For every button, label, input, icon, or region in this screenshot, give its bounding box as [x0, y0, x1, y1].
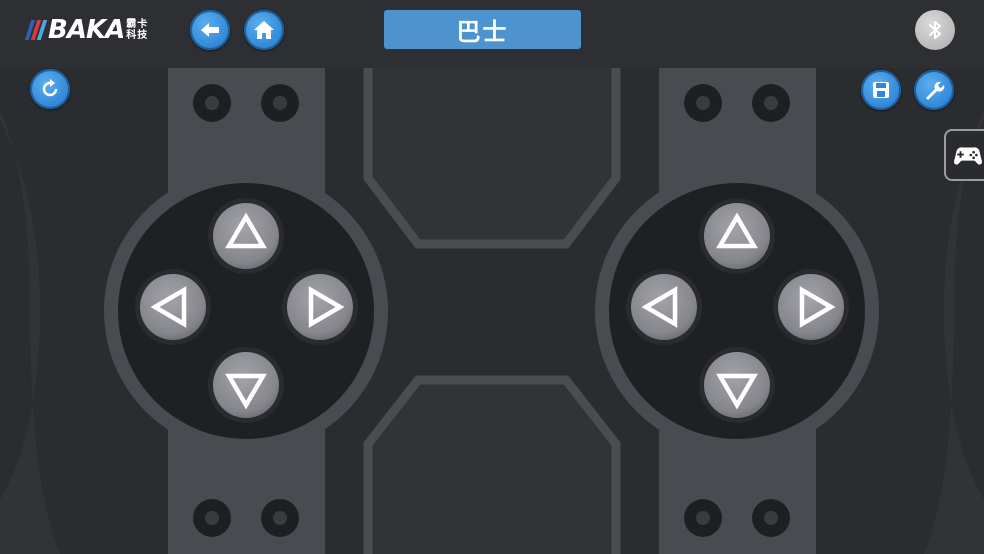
logo-text: BAKA: [48, 15, 125, 45]
bluetooth-icon: [929, 21, 941, 39]
left-dpad-left-button[interactable]: [135, 269, 211, 345]
right-dpad-right-button[interactable]: [773, 269, 849, 345]
refresh-button[interactable]: [30, 69, 70, 109]
home-icon: [254, 21, 274, 39]
brand-logo: BAKA 霸卡 科技: [24, 15, 152, 45]
save-button[interactable]: [861, 70, 901, 110]
gamepad-icon: [954, 147, 982, 165]
refresh-icon: [42, 79, 58, 97]
right-dpad-up-button[interactable]: [699, 198, 775, 274]
gamepad-mode-button[interactable]: [944, 129, 984, 181]
back-button[interactable]: [190, 10, 230, 50]
floppy-disk-icon: [873, 82, 889, 98]
right-dpad: [595, 169, 879, 453]
left-dpad-right-button[interactable]: [282, 269, 358, 345]
wrench-icon: [926, 81, 945, 100]
right-dpad-down-button[interactable]: [699, 347, 775, 423]
settings-button[interactable]: [914, 70, 954, 110]
bluetooth-button[interactable]: [915, 10, 955, 50]
right-dpad-left-button[interactable]: [626, 269, 702, 345]
left-dpad-down-button[interactable]: [208, 347, 284, 423]
left-dpad: [104, 169, 388, 453]
controller-background: [0, 26, 984, 554]
left-dpad-up-button[interactable]: [208, 198, 284, 274]
logo-chinese: 霸卡 科技: [126, 19, 149, 41]
page-title: 巴士: [384, 10, 581, 49]
logo-stripes: [24, 20, 48, 40]
home-button[interactable]: [244, 10, 284, 50]
arrow-left-icon: [201, 23, 219, 37]
